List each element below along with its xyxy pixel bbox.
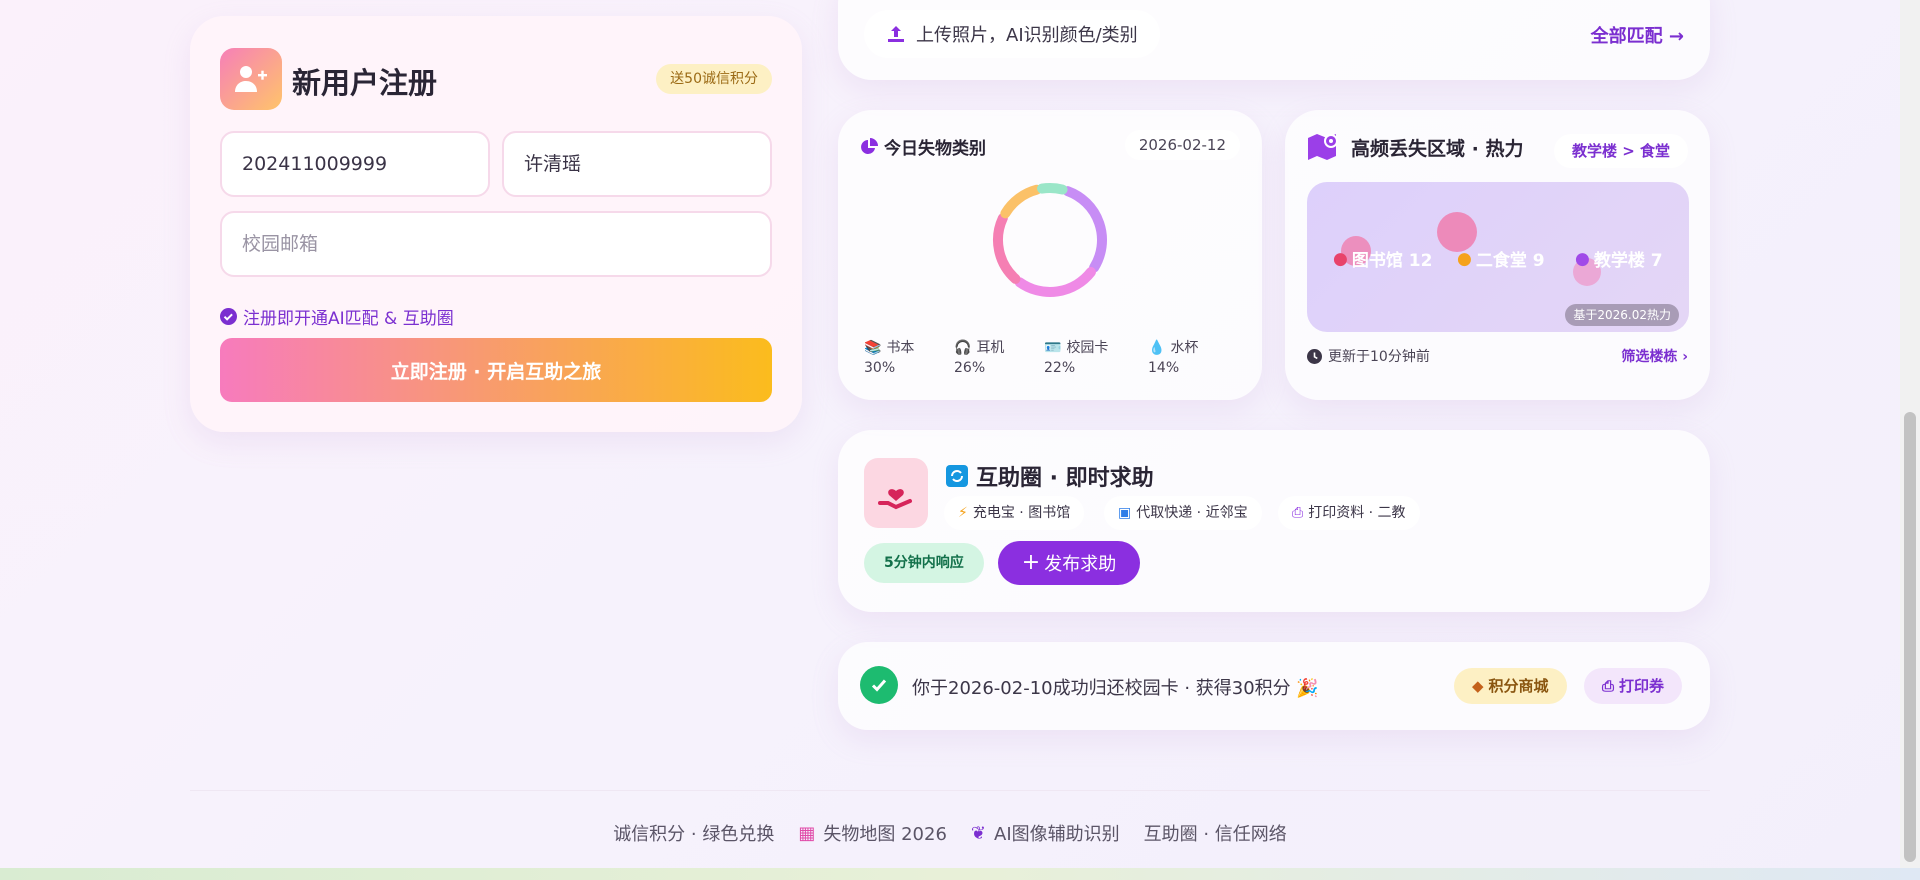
donut-slice <box>993 213 1021 284</box>
filter-building-link[interactable]: 筛选楼栋 › <box>1621 346 1688 366</box>
legend-item-books: 📚 书本 30% <box>864 340 915 376</box>
donut-slice <box>1037 183 1068 195</box>
box-icon: ▣ <box>1118 505 1132 521</box>
help-title-text: 互助圈 · 即时求助 <box>976 466 1154 491</box>
brain-icon: ❦ <box>970 822 986 844</box>
legend-item-headphones: 🎧 耳机 26% <box>954 340 1005 376</box>
donut-slice <box>1000 184 1042 219</box>
help-tag-powerbank[interactable]: ⚡ 充电宝 · 图书馆 <box>944 496 1085 530</box>
help-tag-print[interactable]: ⎙ 打印资料 · 二教 <box>1278 496 1420 530</box>
category-card: 今日失物类别 2026-02-12 📚 书本 30% 🎧 耳机 26% 🪪 校园卡 2… <box>838 110 1262 400</box>
scrollbar-thumb[interactable] <box>1904 412 1916 862</box>
heat-title-text: 高频丢失区域 · 热力 <box>1351 137 1524 160</box>
water-drop-icon: 💧 <box>1148 340 1166 356</box>
pie-chart-icon <box>861 137 878 154</box>
donut-slice <box>1062 186 1107 273</box>
check-icon <box>860 666 898 704</box>
email-input[interactable]: 校园邮箱 <box>220 211 772 277</box>
footer-item-map[interactable]: ▦ 失物地图 2026 <box>798 820 947 846</box>
notice-card: 你于2026-02-10成功归还校园卡 · 获得30积分 🎉 ◆ 积分商城 ⎙ 打印… <box>838 642 1710 730</box>
category-title-text: 今日失物类别 <box>884 139 986 159</box>
notice-text: 你于2026-02-10成功归还校园卡 · 获得30积分 🎉 <box>912 678 1319 699</box>
place-teaching-building[interactable]: ● 教学楼 7 <box>1575 246 1663 272</box>
route-pill[interactable]: 教学楼 > 食堂 <box>1553 134 1688 168</box>
post-help-button[interactable]: + 发布求助 <box>998 541 1140 585</box>
donut-slice <box>1014 267 1096 297</box>
credit-badge: 送50诚信积分 <box>656 64 772 94</box>
upload-label: 上传照片，AI识别颜色/类别 <box>916 25 1138 46</box>
register-button[interactable]: 立即注册 · 开启互助之旅 <box>220 338 772 402</box>
student-id-input[interactable]: 202411009999 <box>220 131 490 197</box>
plus-icon: + <box>1021 550 1041 575</box>
upload-icon <box>888 26 904 42</box>
legend-item-cup: 💧 水杯 14% <box>1148 340 1199 376</box>
category-title: 今日失物类别 <box>860 134 986 159</box>
footer-divider <box>190 790 1710 791</box>
register-card: 新用户注册 送50诚信积分 202411009999 许清瑶 校园邮箱 注册即开… <box>190 16 802 432</box>
place-library[interactable]: ● 图书馆 12 <box>1333 246 1432 272</box>
register-title: 新用户注册 <box>292 66 438 100</box>
footer: 诚信积分 · 绿色兑换 ▦ 失物地图 2026 ❦ AI图像辅助识别 互助圈 · 信… <box>0 820 1900 846</box>
map-icon <box>1308 134 1338 160</box>
category-date: 2026-02-12 <box>1124 130 1240 160</box>
user-add-icon <box>220 48 282 110</box>
upload-photo-button[interactable]: 上传照片，AI识别颜色/类别 <box>864 10 1160 58</box>
heat-map: ● 图书馆 12 ● 二食堂 9 ● 教学楼 7 基于2026.02热力 <box>1307 182 1689 332</box>
lightning-icon: ⚡ <box>958 505 968 521</box>
register-note-text: 注册即开通AI匹配 & 互助圈 <box>243 309 454 329</box>
footer-item-network[interactable]: 互助圈 · 信任网络 <box>1144 820 1287 846</box>
help-title: 互助圈 · 即时求助 <box>946 460 1154 492</box>
pin-icon: ● <box>1457 248 1472 269</box>
pin-icon: ● <box>1333 248 1348 269</box>
footer-item-credit[interactable]: 诚信积分 · 绿色兑换 <box>613 820 774 846</box>
heat-updated: 更新于10分钟前 <box>1307 346 1430 366</box>
legend-item-campus-card: 🪪 校园卡 22% <box>1044 340 1109 376</box>
footer-item-ai[interactable]: ❦ AI图像辅助识别 <box>971 820 1120 846</box>
scrollbar[interactable] <box>1900 0 1920 868</box>
help-tag-delivery[interactable]: ▣ 代取快递 · 近邻宝 <box>1104 496 1262 530</box>
name-input[interactable]: 许清瑶 <box>502 131 772 197</box>
heat-title: 高频丢失区域 · 热力 <box>1307 132 1523 162</box>
points-mall-button[interactable]: ◆ 积分商城 <box>1454 668 1567 704</box>
all-match-link[interactable]: 全部匹配 → <box>1591 22 1684 48</box>
id-card-icon: 🪪 <box>1044 340 1062 356</box>
help-card: 互助圈 · 即时求助 ⚡ 充电宝 · 图书馆 ▣ 代取快递 · 近邻宝 ⎙ 打印资料 … <box>838 430 1710 612</box>
heat-card: 高频丢失区域 · 热力 教学楼 > 食堂 ● 图书馆 12 ● 二食堂 9 ● 教学楼… <box>1285 110 1710 400</box>
map-icon: ▦ <box>798 822 816 844</box>
helping-hand-icon <box>864 458 928 528</box>
heat-basis: 基于2026.02热力 <box>1565 304 1679 326</box>
taskbar-strip <box>0 868 1920 880</box>
books-icon: 📚 <box>864 340 882 356</box>
clock-icon <box>1307 348 1322 364</box>
register-note: 注册即开通AI匹配 & 互助圈 <box>220 304 454 329</box>
pin-icon: ● <box>1575 248 1590 269</box>
refresh-icon <box>946 465 968 487</box>
place-canteen[interactable]: ● 二食堂 9 <box>1457 246 1545 272</box>
check-circle-icon <box>220 308 237 325</box>
response-badge: 5分钟内响应 <box>864 543 984 583</box>
print-voucher-button[interactable]: ⎙ 打印券 <box>1584 668 1683 704</box>
printer-icon: ⎙ <box>1292 505 1304 521</box>
gem-icon: ◆ <box>1472 677 1484 695</box>
printer-icon: ⎙ <box>1602 677 1615 695</box>
headphones-icon: 🎧 <box>954 340 972 356</box>
upload-card: 上传照片，AI识别颜色/类别 全部匹配 → <box>838 0 1710 80</box>
category-donut <box>993 183 1107 297</box>
